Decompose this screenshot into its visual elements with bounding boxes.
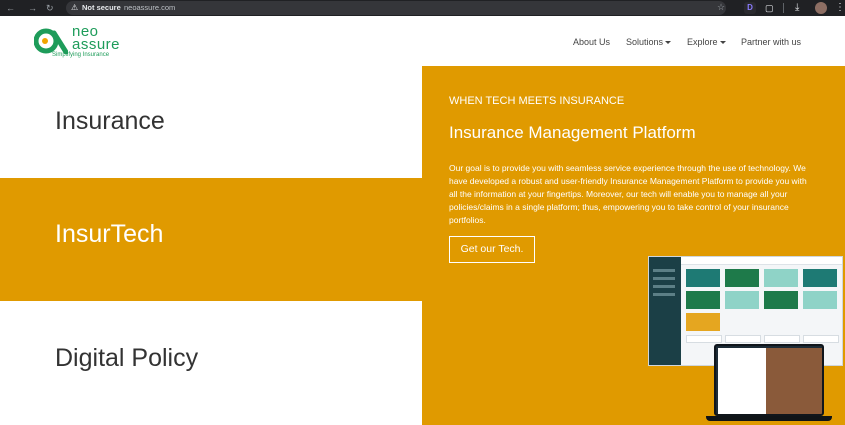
mockup-sidebar-item <box>653 277 675 280</box>
download-icon[interactable]: ⤓ <box>795 1 799 14</box>
security-label[interactable]: Not secure <box>82 2 121 13</box>
hero-panel: WHEN TECH MEETS INSURANCE Insurance Mana… <box>422 66 845 425</box>
extension-icon[interactable]: D <box>744 2 756 14</box>
mockup-card <box>764 291 798 309</box>
nav-solutions-label: Solutions <box>626 37 664 47</box>
band-title-digital-policy: Digital Policy <box>55 344 199 372</box>
laptop-login-panel <box>718 348 766 414</box>
mockup-card <box>686 291 720 309</box>
mockup-sidebar-item <box>653 293 675 296</box>
band-insurance: Insurance <box>0 66 422 178</box>
reload-icon[interactable]: ↻ <box>46 2 54 14</box>
nav-solutions[interactable]: Solutions <box>626 36 672 48</box>
mockup-strip <box>686 335 722 343</box>
menu-kebab-icon[interactable]: ⋮ <box>835 1 845 14</box>
warning-icon[interactable]: ⚠ <box>71 2 78 13</box>
laptop-photo <box>766 348 822 414</box>
hero-headline: Insurance Management Platform <box>449 123 696 142</box>
bookmark-star-icon[interactable]: ☆ <box>717 2 725 13</box>
laptop-base <box>706 416 832 421</box>
hero-eyebrow: WHEN TECH MEETS INSURANCE <box>449 95 625 107</box>
get-our-tech-button[interactable]: Get our Tech. <box>449 236 535 263</box>
band-title-insurtech: InsurTech <box>55 220 164 248</box>
mockup-strip <box>764 335 800 343</box>
mockup-sidebar <box>649 257 681 365</box>
mockup-sidebar-item <box>653 269 675 272</box>
mockup-card <box>725 291 759 309</box>
chevron-down-icon <box>719 41 726 45</box>
hero-paragraph: Our goal is to provide you with seamless… <box>449 163 807 225</box>
mockup-strip <box>803 335 839 343</box>
nav-partner-with-us[interactable]: Partner with us <box>741 36 801 48</box>
back-icon[interactable]: ← <box>6 2 15 14</box>
nav-about-us[interactable]: About Us <box>573 36 610 48</box>
profile-avatar[interactable] <box>815 2 827 14</box>
logo-text-assure: assure <box>72 36 121 53</box>
nav-explore[interactable]: Explore <box>687 36 726 48</box>
mockup-card <box>725 269 759 287</box>
mockup-topbar <box>681 257 842 265</box>
url-text[interactable]: neoassure.com <box>124 2 175 13</box>
mockup-card <box>686 313 720 331</box>
mockup-strip <box>725 335 761 343</box>
mockup-card <box>764 269 798 287</box>
chevron-down-icon <box>665 41 672 45</box>
site-logo[interactable]: neo assure Simplifying Insurance <box>32 24 122 62</box>
browser-toolbar: ← → ↻ ⚠ Not secure neoassure.com ☆ D ▢ ⤓… <box>0 0 845 16</box>
laptop-mockup-image <box>714 344 824 416</box>
mockup-sidebar-item <box>653 285 675 288</box>
extensions-icon[interactable]: ▢ <box>765 2 774 14</box>
nav-explore-label: Explore <box>687 37 718 47</box>
mockup-card <box>686 269 720 287</box>
mockup-card <box>803 269 837 287</box>
logo-tagline: Simplifying Insurance <box>52 52 110 58</box>
toolbar-divider <box>783 3 784 13</box>
band-digital-policy: Digital Policy <box>0 301 422 425</box>
mockup-card <box>803 291 837 309</box>
band-insurtech: InsurTech <box>0 178 422 301</box>
logo-mark-icon <box>34 28 68 54</box>
forward-icon[interactable]: → <box>28 2 37 14</box>
band-title-insurance: Insurance <box>55 107 165 135</box>
